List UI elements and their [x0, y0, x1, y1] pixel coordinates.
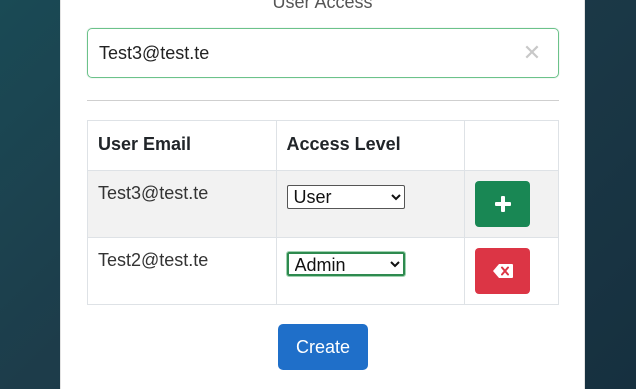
table-row: Test3@test.te User Admin — [87, 170, 559, 238]
user-email-input[interactable] — [88, 29, 558, 77]
header-user-email: User Email — [87, 120, 277, 171]
access-level-select[interactable]: User Admin — [286, 185, 405, 209]
user-access-panel: User Access ✕ User Email Access Level Te… — [60, 0, 585, 389]
email-input-container: ✕ — [87, 28, 559, 78]
divider — [87, 100, 559, 101]
table-header-row: User Email Access Level — [87, 120, 559, 171]
access-level-select[interactable]: User Admin — [285, 251, 406, 277]
create-button[interactable]: Create — [278, 324, 368, 370]
access-table: User Email Access Level Test3@test.te Us… — [87, 120, 559, 305]
table-row: Test2@test.te User Admin — [87, 237, 559, 305]
backspace-icon — [492, 264, 513, 278]
remove-user-button[interactable] — [475, 248, 531, 294]
row-access-level-cell: User Admin — [275, 170, 466, 238]
row-email: Test3@test.te — [87, 170, 277, 238]
row-access-level-cell: User Admin — [275, 237, 466, 305]
header-action — [464, 120, 559, 171]
add-user-button[interactable] — [475, 181, 531, 227]
section-title: User Access — [272, 0, 373, 12]
row-email: Test2@test.te — [87, 237, 277, 305]
plus-icon — [494, 196, 511, 212]
header-access-level: Access Level — [275, 120, 466, 171]
clear-icon[interactable]: ✕ — [522, 42, 542, 64]
row-action-cell — [464, 170, 559, 238]
row-action-cell — [464, 237, 559, 305]
